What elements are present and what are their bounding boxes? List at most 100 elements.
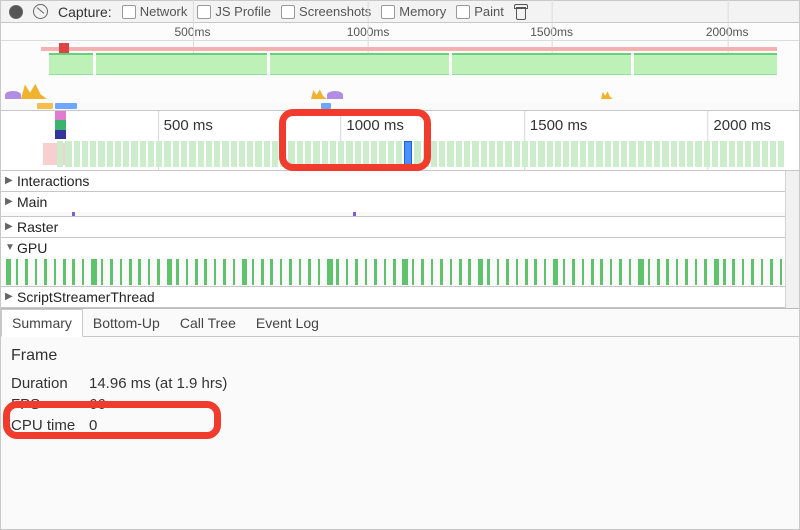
- frame[interactable]: [371, 141, 377, 167]
- frame-selected[interactable]: [404, 141, 412, 167]
- frame[interactable]: [247, 141, 253, 167]
- frame[interactable]: [280, 141, 286, 167]
- frame[interactable]: [288, 141, 294, 167]
- frame[interactable]: [173, 141, 179, 167]
- trash-icon[interactable]: [514, 4, 528, 20]
- frame[interactable]: [255, 141, 261, 167]
- frame[interactable]: [379, 141, 385, 167]
- frame[interactable]: [687, 141, 693, 167]
- frame[interactable]: [472, 141, 478, 167]
- frame[interactable]: [629, 141, 635, 167]
- clear-icon[interactable]: [33, 4, 48, 19]
- tab-event-log[interactable]: Event Log: [246, 310, 329, 336]
- tab-call-tree[interactable]: Call Tree: [170, 310, 246, 336]
- frame[interactable]: [679, 141, 685, 167]
- section-interactions[interactable]: ▶Interactions: [1, 171, 799, 192]
- frame[interactable]: [431, 141, 437, 167]
- frame[interactable]: [272, 141, 278, 167]
- frame[interactable]: [555, 141, 561, 167]
- checkbox-jsprofile[interactable]: [197, 5, 211, 19]
- frame[interactable]: [74, 141, 80, 167]
- frame[interactable]: [423, 141, 429, 167]
- record-icon[interactable]: [9, 5, 23, 19]
- frame[interactable]: [712, 141, 718, 167]
- frame[interactable]: [297, 141, 303, 167]
- overview-minimap[interactable]: 500ms 1000ms 1500ms 2000ms: [1, 23, 799, 111]
- frame[interactable]: [388, 141, 394, 167]
- frame[interactable]: [654, 141, 660, 167]
- frame[interactable]: [156, 141, 162, 167]
- frame[interactable]: [729, 141, 735, 167]
- frame[interactable]: [720, 141, 726, 167]
- frame[interactable]: [231, 141, 237, 167]
- frame[interactable]: [662, 141, 668, 167]
- checkbox-network[interactable]: [122, 5, 136, 19]
- frame[interactable]: [164, 141, 170, 167]
- frame[interactable]: [737, 141, 743, 167]
- frame[interactable]: [547, 141, 553, 167]
- tab-bottom-up[interactable]: Bottom-Up: [83, 310, 170, 336]
- frame[interactable]: [522, 141, 528, 167]
- section-raster[interactable]: ▶Raster: [1, 217, 799, 238]
- frame[interactable]: [198, 141, 204, 167]
- frame[interactable]: [753, 141, 759, 167]
- frame[interactable]: [131, 141, 137, 167]
- frame[interactable]: [239, 141, 245, 167]
- frame[interactable]: [305, 141, 311, 167]
- frame[interactable]: [447, 141, 453, 167]
- frame[interactable]: [671, 141, 677, 167]
- frame[interactable]: [414, 141, 420, 167]
- frame[interactable]: [538, 141, 544, 167]
- frame[interactable]: [222, 141, 228, 167]
- frame[interactable]: [770, 141, 776, 167]
- frame[interactable]: [588, 141, 594, 167]
- frame[interactable]: [497, 141, 503, 167]
- frame[interactable]: [530, 141, 536, 167]
- frame[interactable]: [580, 141, 586, 167]
- frame[interactable]: [206, 141, 212, 167]
- frame[interactable]: [605, 141, 611, 167]
- frame[interactable]: [214, 141, 220, 167]
- section-gpu[interactable]: ▼GPU: [1, 238, 799, 287]
- section-main[interactable]: ▶Main: [1, 192, 799, 217]
- frames-row[interactable]: [1, 141, 799, 167]
- frame[interactable]: [456, 141, 462, 167]
- frame[interactable]: [396, 141, 402, 167]
- frame[interactable]: [481, 141, 487, 167]
- frame[interactable]: [778, 141, 784, 167]
- frame[interactable]: [140, 141, 146, 167]
- frame[interactable]: [571, 141, 577, 167]
- frame[interactable]: [148, 141, 154, 167]
- frame[interactable]: [98, 141, 104, 167]
- frame[interactable]: [330, 141, 336, 167]
- frame[interactable]: [363, 141, 369, 167]
- frame[interactable]: [613, 141, 619, 167]
- frame[interactable]: [464, 141, 470, 167]
- checkbox-memory[interactable]: [381, 5, 395, 19]
- frame[interactable]: [90, 141, 96, 167]
- tab-summary[interactable]: Summary: [1, 309, 83, 337]
- frame[interactable]: [646, 141, 652, 167]
- frame[interactable]: [596, 141, 602, 167]
- checkbox-paint[interactable]: [456, 5, 470, 19]
- frame[interactable]: [338, 141, 344, 167]
- frame[interactable]: [505, 141, 511, 167]
- scrollbar[interactable]: [785, 171, 799, 308]
- frame[interactable]: [762, 141, 768, 167]
- frame[interactable]: [264, 141, 270, 167]
- frame[interactable]: [745, 141, 751, 167]
- frame[interactable]: [638, 141, 644, 167]
- frame[interactable]: [514, 141, 520, 167]
- frame[interactable]: [57, 141, 63, 167]
- frame[interactable]: [181, 141, 187, 167]
- frame[interactable]: [107, 141, 113, 167]
- frame[interactable]: [346, 141, 352, 167]
- frame[interactable]: [123, 141, 129, 167]
- frame[interactable]: [355, 141, 361, 167]
- main-timeline[interactable]: 500 ms 1000 ms 1500 ms 2000 ms: [1, 111, 799, 171]
- frame[interactable]: [115, 141, 121, 167]
- frame[interactable]: [189, 141, 195, 167]
- frame[interactable]: [322, 141, 328, 167]
- section-script-streamer[interactable]: ▶ScriptStreamerThread: [1, 287, 799, 308]
- frame[interactable]: [82, 141, 88, 167]
